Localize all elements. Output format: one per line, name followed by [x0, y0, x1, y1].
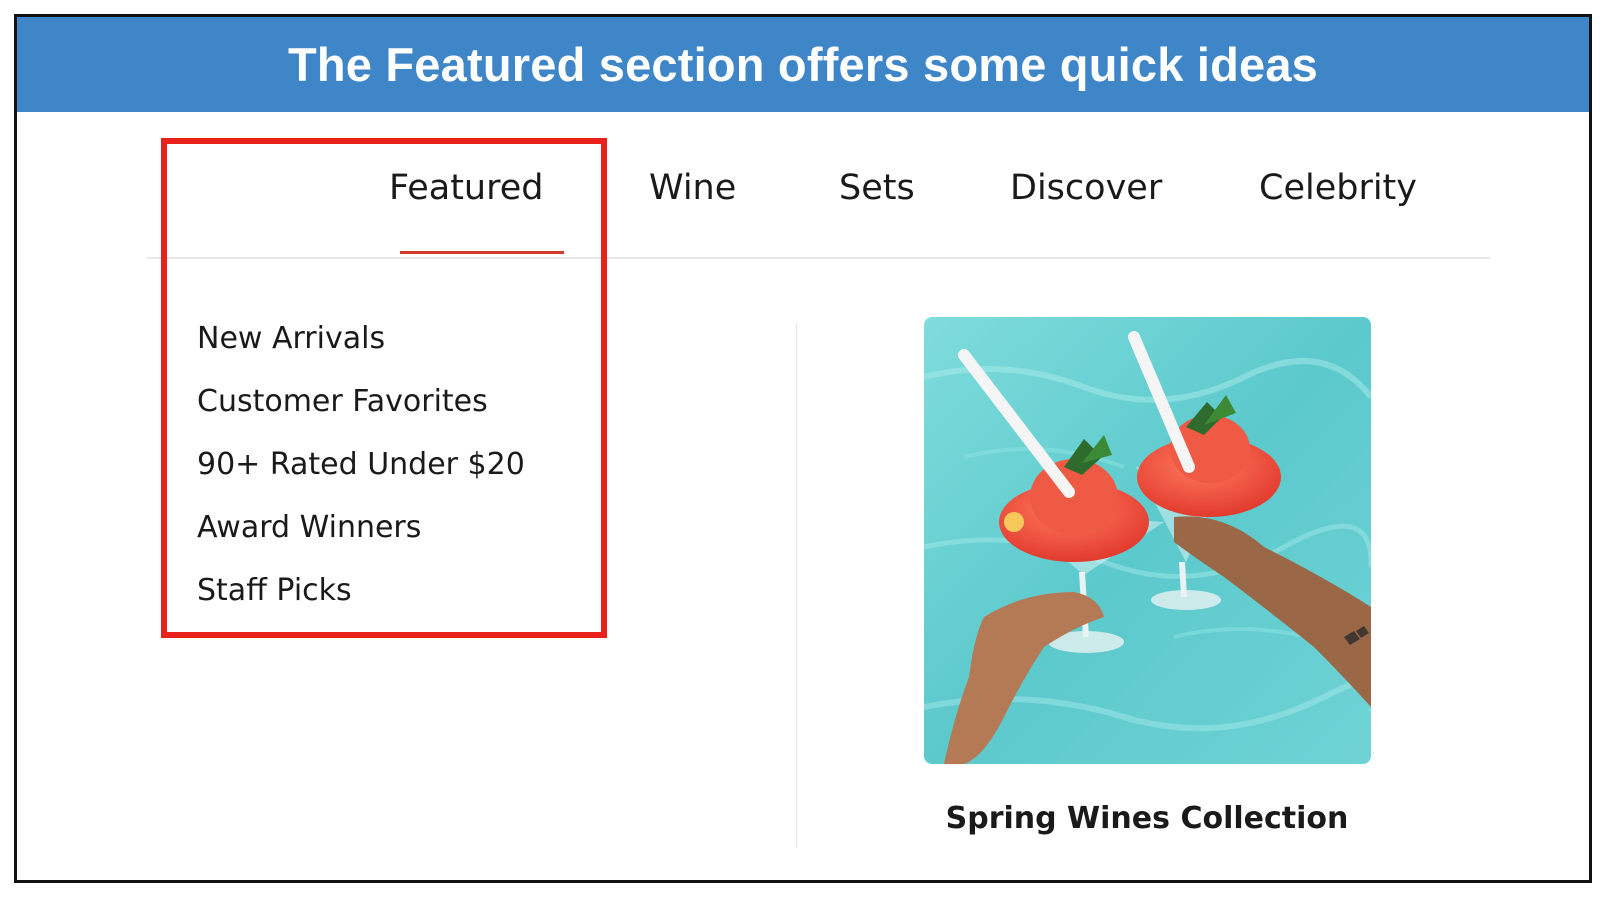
top-nav-tabs: Featured Wine Sets Discover Celebrity	[17, 112, 1589, 262]
menu-item-staff-picks[interactable]: Staff Picks	[197, 573, 352, 608]
banner-title: The Featured section offers some quick i…	[287, 38, 1319, 91]
tab-celebrity[interactable]: Celebrity	[1259, 168, 1417, 208]
tab-discover[interactable]: Discover	[1010, 168, 1162, 208]
caption-banner: The Featured section offers some quick i…	[17, 17, 1589, 112]
column-divider	[796, 323, 797, 848]
menu-item-customer-favorites[interactable]: Customer Favorites	[197, 384, 488, 419]
tabs-divider	[147, 257, 1490, 259]
tab-featured[interactable]: Featured	[389, 168, 543, 208]
promo-caption[interactable]: Spring Wines Collection	[897, 801, 1397, 836]
menu-item-award-winners[interactable]: Award Winners	[197, 510, 421, 545]
menu-item-new-arrivals[interactable]: New Arrivals	[197, 321, 385, 356]
tab-wine[interactable]: Wine	[649, 168, 736, 208]
active-tab-underline	[400, 251, 564, 254]
menu-item-90-rated-under-20[interactable]: 90+ Rated Under $20	[197, 447, 525, 482]
screenshot-frame: The Featured section offers some quick i…	[14, 14, 1592, 883]
tab-sets[interactable]: Sets	[839, 168, 915, 208]
cocktail-photo-icon[interactable]	[924, 317, 1371, 764]
